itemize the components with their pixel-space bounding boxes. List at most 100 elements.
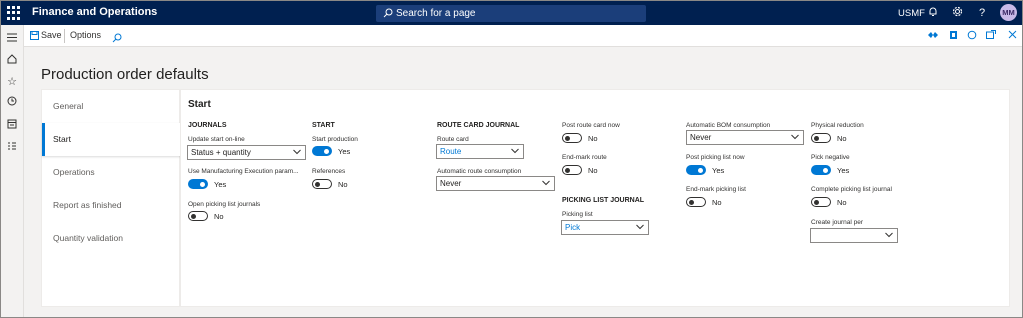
gear-icon[interactable] bbox=[950, 6, 964, 20]
app-title[interactable]: Finance and Operations bbox=[32, 6, 157, 18]
picking-list-value: Pick bbox=[565, 223, 581, 232]
journals-group-heading: JOURNALS bbox=[188, 122, 227, 129]
auto-route-consumption-dropdown[interactable]: Never bbox=[436, 176, 555, 191]
toggle-knob bbox=[324, 149, 329, 154]
toggle-knob bbox=[698, 168, 703, 173]
use-mes-parameters-value: Yes bbox=[214, 180, 227, 189]
tab-content-start: Start JOURNALS Update start on-line Stat… bbox=[180, 89, 1010, 307]
avatar[interactable]: MM bbox=[1000, 4, 1017, 21]
clock-icon[interactable] bbox=[5, 96, 19, 110]
toggle-knob bbox=[565, 168, 570, 173]
navigation-rail: ☆ bbox=[1, 25, 24, 317]
app-launcher-icon[interactable] bbox=[7, 6, 21, 20]
toggle-knob bbox=[315, 182, 320, 187]
route-card-dropdown[interactable]: Route bbox=[436, 144, 524, 159]
route-card-value: Route bbox=[440, 147, 462, 156]
save-label: Save bbox=[41, 30, 62, 40]
physical-reduction-toggle[interactable] bbox=[811, 133, 831, 143]
toggle-knob bbox=[814, 200, 819, 205]
references-toggle[interactable] bbox=[312, 179, 332, 189]
start-group-heading: START bbox=[312, 122, 335, 129]
route-card-journal-heading: ROUTE CARD JOURNAL bbox=[437, 122, 520, 129]
bell-icon[interactable] bbox=[926, 6, 940, 20]
office-icon[interactable] bbox=[947, 30, 959, 42]
references-label: References bbox=[312, 168, 346, 175]
save-icon bbox=[30, 31, 39, 40]
page-title: Production order defaults bbox=[41, 66, 209, 83]
open-new-window-icon[interactable] bbox=[985, 30, 997, 42]
section-title: Start bbox=[188, 99, 211, 110]
route-card-label: Route card bbox=[437, 136, 469, 143]
create-journal-per-dropdown[interactable] bbox=[810, 228, 898, 243]
pick-negative-label: Pick negative bbox=[811, 154, 850, 161]
search-icon bbox=[383, 8, 393, 18]
chevron-down-icon bbox=[636, 224, 644, 230]
complete-picking-list-journal-label: Complete picking list journal bbox=[811, 186, 892, 193]
chevron-down-icon bbox=[293, 149, 301, 155]
complete-picking-list-journal-toggle[interactable] bbox=[811, 197, 831, 207]
open-picking-list-journals-toggle[interactable] bbox=[188, 211, 208, 221]
post-route-card-now-toggle[interactable] bbox=[562, 133, 582, 143]
company-picker[interactable]: USMF bbox=[898, 8, 925, 19]
picking-list-dropdown[interactable]: Pick bbox=[561, 220, 649, 235]
tab-general[interactable]: General bbox=[42, 90, 181, 123]
auto-bom-consumption-value: Never bbox=[690, 133, 712, 142]
refresh-icon[interactable] bbox=[966, 30, 978, 42]
picking-list-label: Picking list bbox=[562, 211, 593, 218]
update-start-online-label: Update start on-line bbox=[188, 136, 245, 143]
app-window: Finance and Operations Search for a page… bbox=[1, 1, 1022, 317]
end-mark-picking-list-label: End-mark picking list bbox=[686, 186, 746, 193]
end-mark-route-value: No bbox=[588, 166, 598, 175]
physical-reduction-label: Physical reduction bbox=[811, 122, 864, 129]
use-mes-parameters-label: Use Manufacturing Execution param... bbox=[188, 168, 299, 175]
hamburger-icon[interactable] bbox=[5, 32, 19, 46]
link-icon[interactable] bbox=[927, 30, 939, 42]
save-button[interactable]: Save bbox=[30, 30, 62, 40]
action-search-icon[interactable] bbox=[112, 30, 122, 48]
modules-icon[interactable] bbox=[5, 141, 19, 155]
end-mark-route-toggle[interactable] bbox=[562, 165, 582, 175]
chevron-down-icon bbox=[542, 180, 550, 186]
vertical-tabs: General Start Operations Report as finis… bbox=[41, 89, 181, 307]
complete-picking-list-journal-value: No bbox=[837, 198, 847, 207]
close-icon[interactable] bbox=[1006, 30, 1018, 42]
search-placeholder: Search for a page bbox=[396, 8, 476, 19]
chevron-down-icon bbox=[885, 232, 893, 238]
tab-start[interactable]: Start bbox=[42, 123, 181, 156]
top-navigation-bar: Finance and Operations Search for a page… bbox=[1, 1, 1022, 25]
auto-bom-consumption-dropdown[interactable]: Never bbox=[686, 130, 804, 145]
update-start-online-value: Status + quantity bbox=[191, 148, 251, 157]
options-button[interactable]: Options bbox=[70, 30, 101, 40]
star-icon[interactable]: ☆ bbox=[5, 75, 19, 89]
toggle-knob bbox=[200, 182, 205, 187]
toggle-knob bbox=[191, 214, 196, 219]
home-icon[interactable] bbox=[5, 54, 19, 68]
use-mes-parameters-toggle[interactable] bbox=[188, 179, 208, 189]
tab-quantity-validation[interactable]: Quantity validation bbox=[42, 222, 181, 255]
tab-report-as-finished[interactable]: Report as finished bbox=[42, 189, 181, 222]
pick-negative-toggle[interactable] bbox=[811, 165, 831, 175]
update-start-online-dropdown[interactable]: Status + quantity bbox=[187, 145, 306, 160]
toggle-knob bbox=[823, 168, 828, 173]
references-value: No bbox=[338, 180, 348, 189]
end-mark-picking-list-toggle[interactable] bbox=[686, 197, 706, 207]
chevron-down-icon bbox=[791, 134, 799, 140]
create-journal-per-label: Create journal per bbox=[811, 219, 864, 226]
post-picking-list-now-value: Yes bbox=[712, 166, 725, 175]
post-route-card-now-value: No bbox=[588, 134, 598, 143]
post-picking-list-now-toggle[interactable] bbox=[686, 165, 706, 175]
picking-list-journal-heading: PICKING LIST JOURNAL bbox=[562, 197, 645, 204]
global-search[interactable]: Search for a page bbox=[376, 5, 646, 22]
post-picking-list-now-label: Post picking list now bbox=[686, 154, 745, 161]
start-production-value: Yes bbox=[338, 147, 351, 156]
help-icon[interactable]: ? bbox=[975, 6, 989, 20]
chevron-down-icon bbox=[511, 148, 519, 154]
toggle-knob bbox=[814, 136, 819, 141]
end-mark-picking-list-value: No bbox=[712, 198, 722, 207]
start-production-toggle[interactable] bbox=[312, 146, 332, 156]
tab-operations[interactable]: Operations bbox=[42, 156, 181, 189]
start-production-label: Start production bbox=[312, 136, 358, 143]
action-pane: Save Options bbox=[24, 25, 1022, 47]
workspaces-icon[interactable] bbox=[5, 119, 19, 133]
toggle-knob bbox=[565, 136, 570, 141]
